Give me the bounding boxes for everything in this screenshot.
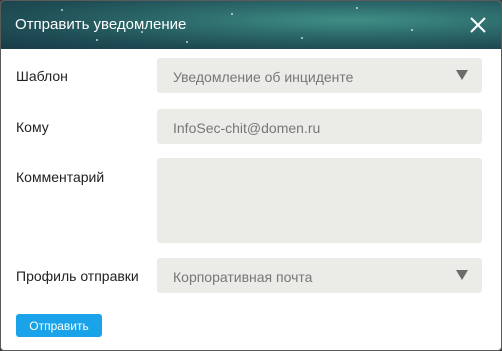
template-select[interactable]: Уведомление об инциденте (157, 58, 482, 93)
template-select-value: Уведомление об инциденте (173, 69, 354, 85)
template-label: Шаблон (16, 68, 68, 84)
recipient-input[interactable]: InfoSec-chit@domen.ru (157, 109, 482, 144)
send-profile-label: Профиль отправки (16, 268, 139, 284)
recipient-label: Кому (16, 119, 49, 135)
send-profile-select-value: Корпоративная почта (173, 269, 313, 285)
dialog-titlebar: Отправить уведомление (1, 1, 501, 49)
comment-textarea[interactable] (157, 158, 482, 243)
send-button[interactable]: Отправить (16, 314, 102, 337)
dropdown-arrow-icon (456, 270, 468, 280)
dialog-title: Отправить уведомление (15, 16, 187, 33)
comment-label: Комментарий (16, 169, 105, 185)
recipient-input-value: InfoSec-chit@domen.ru (173, 120, 321, 136)
send-profile-select[interactable]: Корпоративная почта (157, 258, 482, 293)
send-notification-dialog: Отправить уведомление Шаблон Уведомление… (0, 0, 502, 351)
close-icon[interactable] (467, 14, 489, 36)
dropdown-arrow-icon (456, 70, 468, 80)
